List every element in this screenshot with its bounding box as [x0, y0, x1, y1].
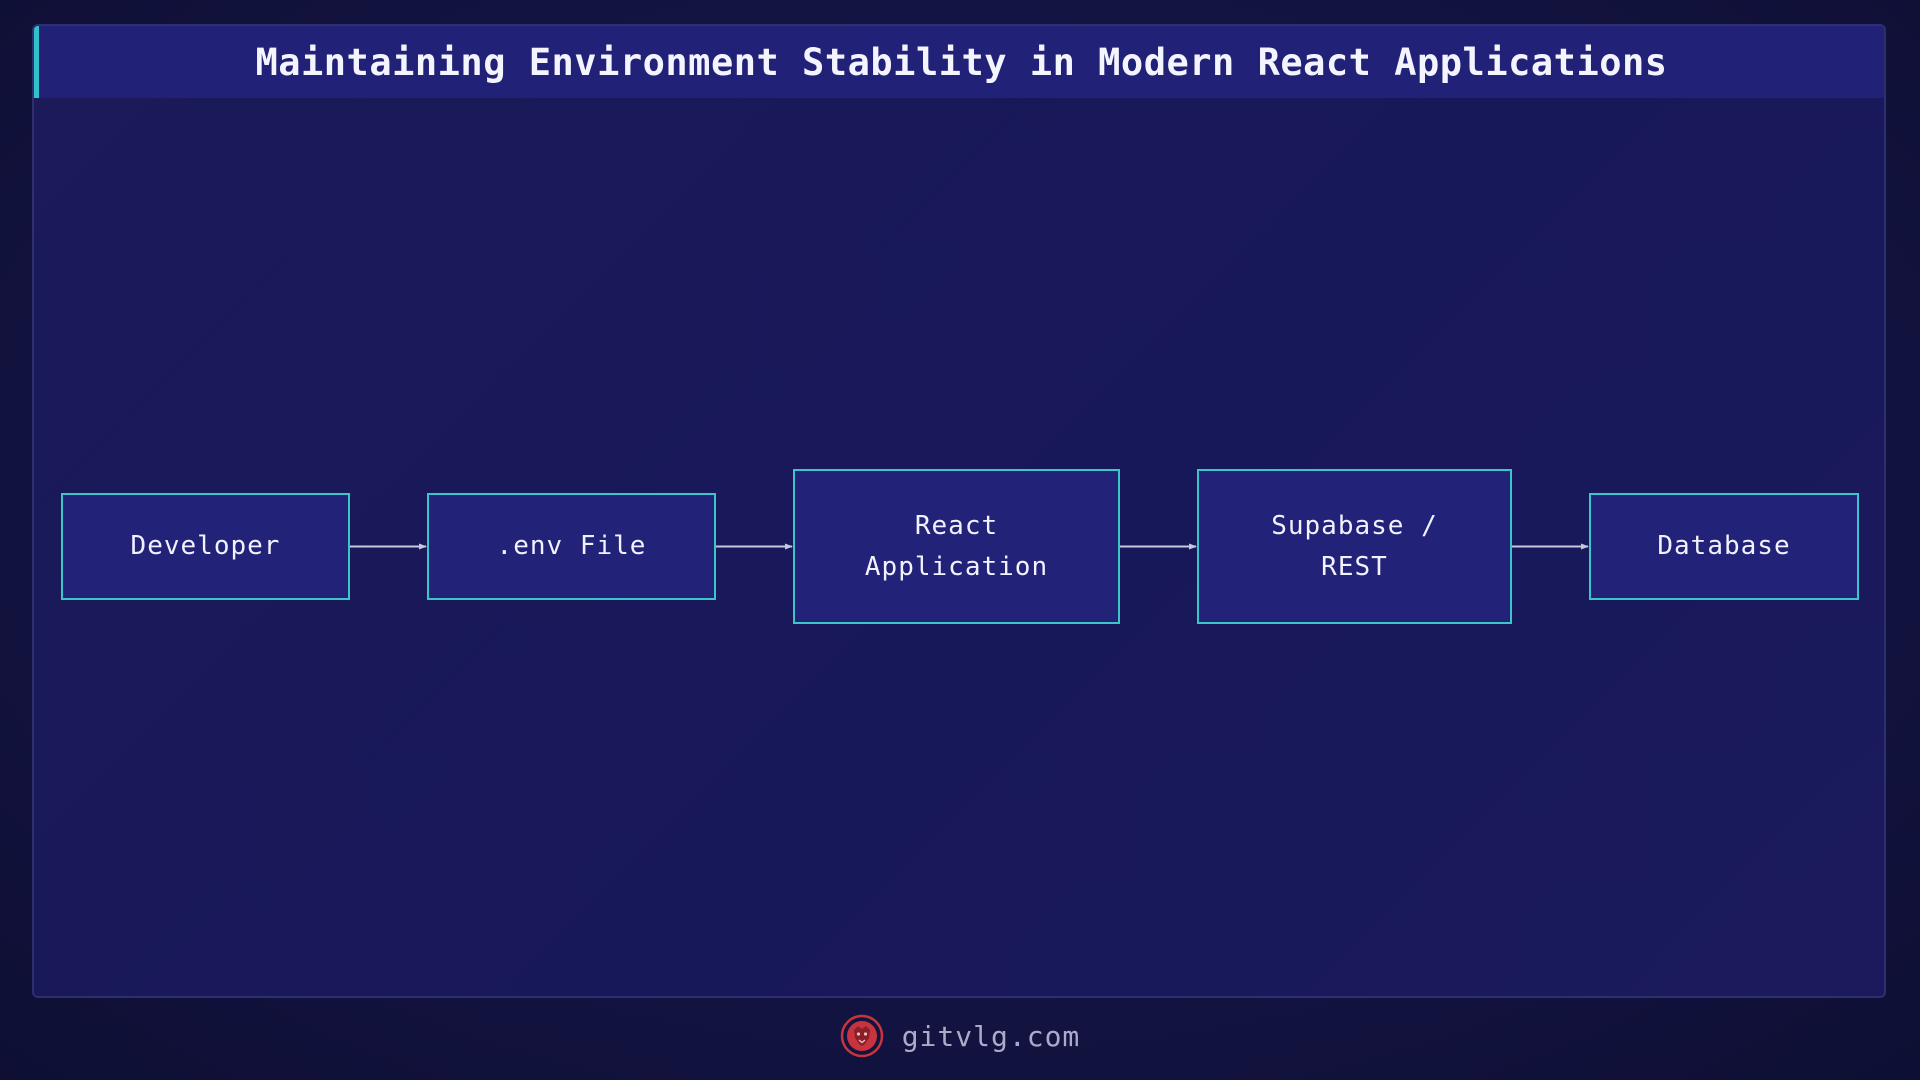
node-env-file: .env File — [427, 493, 716, 600]
node-database: Database — [1589, 493, 1859, 600]
page-title: Maintaining Environment Stability in Mod… — [255, 40, 1668, 84]
title-bar: Maintaining Environment Stability in Mod… — [34, 26, 1884, 98]
footer-site-link[interactable]: gitvlg.com — [902, 1020, 1081, 1053]
node-react-application: React Application — [793, 469, 1120, 624]
node-developer: Developer — [61, 493, 350, 600]
footer: gitvlg.com — [0, 1010, 1920, 1062]
node-label: Database — [1657, 531, 1791, 561]
node-supabase-rest: Supabase / REST — [1197, 469, 1512, 624]
node-label: Supabase / REST — [1271, 510, 1438, 582]
node-label: Developer — [130, 531, 281, 561]
lion-head-icon — [840, 1014, 883, 1058]
node-label: .env File — [496, 531, 647, 561]
node-label: React Application — [864, 510, 1049, 582]
